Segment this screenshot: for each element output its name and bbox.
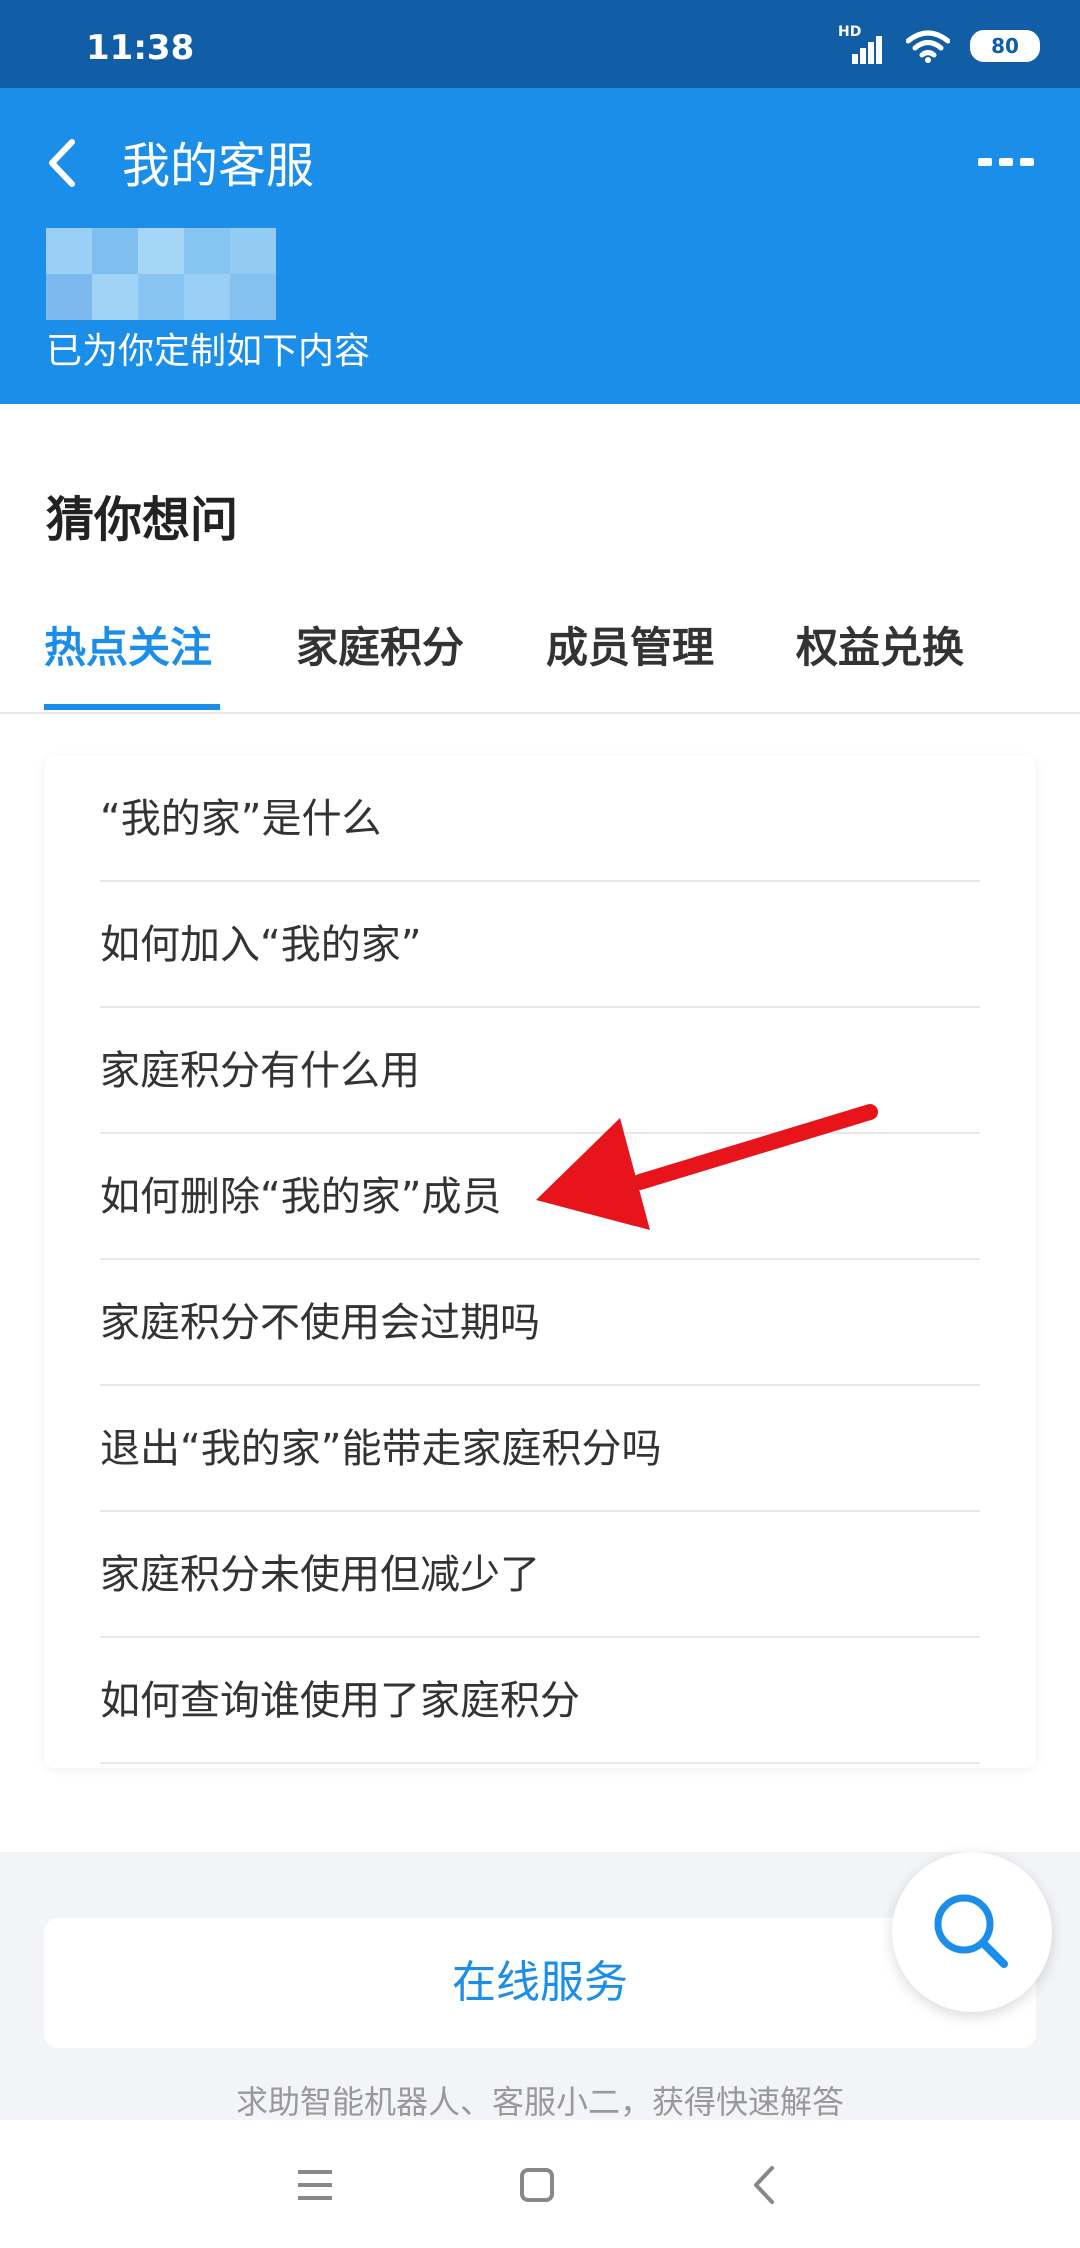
faq-item[interactable]: “我的家”是什么	[100, 756, 980, 882]
back-triangle-icon[interactable]	[730, 2150, 800, 2220]
faq-item[interactable]: 家庭积分不使用会过期吗	[100, 1260, 980, 1386]
active-tab-indicator	[44, 704, 220, 710]
blurred-username	[46, 228, 276, 320]
faq-item[interactable]: 退出“我的家”能带走家庭积分吗	[100, 1386, 980, 1512]
more-icon[interactable]	[976, 148, 1036, 178]
status-time: 11:38	[86, 28, 195, 68]
menu-icon[interactable]	[280, 2150, 350, 2220]
faq-item[interactable]: 家庭积分未使用但减少了	[100, 1512, 980, 1638]
header-subtitle: 已为你定制如下内容	[46, 331, 371, 372]
header: 我的客服 已为你定制如下内容	[0, 88, 1080, 404]
back-arrow-icon[interactable]	[40, 128, 90, 198]
tab-member-management[interactable]: 成员管理	[546, 614, 714, 675]
battery-icon: 80	[970, 30, 1040, 62]
faq-item[interactable]: 如何加入“我的家”	[100, 882, 980, 1008]
search-button[interactable]	[892, 1852, 1052, 2012]
tab-benefits-exchange[interactable]: 权益兑换	[796, 614, 964, 675]
signal-icon: HD	[838, 24, 886, 64]
online-service-description: 求助智能机器人、客服小二，获得快速解答	[235, 2083, 844, 2120]
red-arrow-annotation	[536, 1104, 878, 1230]
status-bar: 11:38 HD 80	[0, 0, 1080, 88]
tab-family-points[interactable]: 家庭积分	[296, 614, 464, 675]
section-title: 猜你想问	[46, 492, 239, 548]
page-title: 我的客服	[122, 138, 315, 194]
status-icons: HD 80	[838, 24, 1040, 66]
tab-hot-topics[interactable]: 热点关注	[44, 614, 212, 675]
search-icon	[934, 1894, 1008, 1968]
faq-list: “我的家”是什么 如何加入“我的家” 家庭积分有什么用 如何删除“我的家”成员 …	[44, 756, 1036, 1768]
system-nav-bar	[0, 2120, 1080, 2248]
category-tabs: 热点关注 家庭积分 成员管理 权益兑换	[0, 600, 1080, 714]
home-square-icon[interactable]	[502, 2150, 572, 2220]
network-label: HD	[838, 24, 862, 40]
faq-item[interactable]: 如何查询谁使用了家庭积分	[100, 1638, 980, 1764]
wifi-icon	[906, 30, 950, 63]
online-service-button[interactable]: 在线服务	[44, 1918, 1036, 2048]
